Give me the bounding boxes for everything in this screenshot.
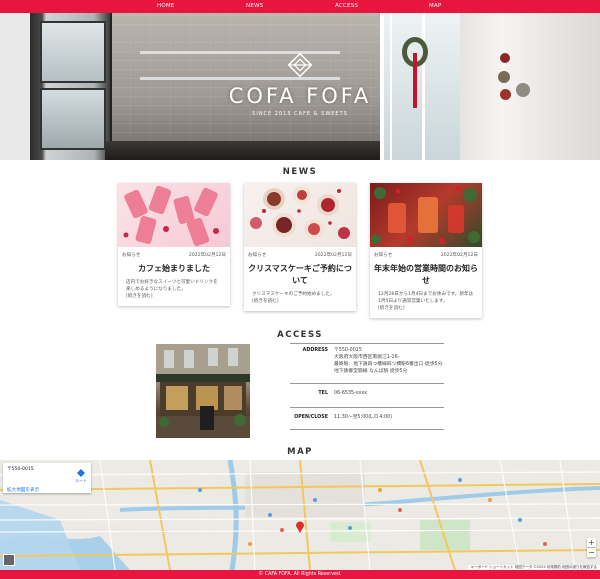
zoom-in-button[interactable]: +: [587, 538, 596, 547]
news-card-category: お知らせ: [248, 253, 267, 258]
nav-home[interactable]: HOME: [157, 0, 175, 13]
map-route-button[interactable]: ルート: [75, 469, 87, 484]
news-card-image: [244, 183, 356, 247]
google-map[interactable]: 〒550-0015 ルート 拡大地図を表示 + − キーボード ショートカット …: [0, 460, 600, 570]
street-view-pegman-icon[interactable]: [3, 554, 15, 566]
nav-map[interactable]: MAP: [429, 0, 441, 13]
read-more-link[interactable]: [続きを読む]: [378, 305, 474, 312]
nav-news[interactable]: NEWS: [246, 0, 263, 13]
hero-pan: [498, 71, 510, 83]
news-card-body: クリスマスケーキのご予約始めました。: [252, 292, 335, 297]
news-card[interactable]: お知らせ 2022年02月12日 カフェ始まりました 店内でお好きなスイーツと可…: [118, 183, 230, 306]
hero-image: COFA FOFA SINCE 2015 CAFE & SWEETS: [0, 13, 600, 160]
access-info-table: ADDRESS 〒550-0015 大阪府大阪市西区南堀江1-16- 最寄駅：地…: [290, 343, 444, 430]
hours-value: 11:30〜翌5:00(L.O.4:00): [334, 415, 393, 420]
read-more-link[interactable]: [続きを読む]: [126, 293, 222, 300]
route-label: ルート: [75, 478, 87, 483]
footer-copyright: © CAFA FOFA. All Rights Reserved.: [0, 570, 600, 579]
zoom-out-button[interactable]: −: [587, 548, 596, 557]
access-row-hours: OPEN/CLOSE 11:30〜翌5:00(L.O.4:00): [290, 408, 444, 430]
brand-logo-icon: [287, 52, 313, 78]
address-line: 最寄駅：地下鉄四つ橋線四ツ橋駅6番出口 徒歩5分: [334, 362, 443, 367]
read-more-link[interactable]: [続きを読む]: [252, 298, 348, 305]
news-card[interactable]: お知らせ 2022年02月12日 クリスマスケーキご予約について クリスマスケー…: [244, 183, 356, 311]
address-label: ADDRESS: [302, 348, 328, 353]
access-row-address: ADDRESS 〒550-0015 大阪府大阪市西区南堀江1-16- 最寄駅：地…: [290, 343, 444, 384]
news-card-title: クリスマスケーキご予約について: [248, 264, 352, 285]
news-card[interactable]: お知らせ 2022年02月12日 年末年始の営業時間のお知らせ 12月28日から…: [370, 183, 482, 318]
hero-brand-title: COFA FOFA: [228, 84, 372, 108]
hero-subtitle: SINCE 2015 CAFE & SWEETS: [252, 111, 348, 117]
tel-value[interactable]: 06-6535-xxxx: [332, 390, 444, 397]
tel-label: TEL: [318, 391, 328, 396]
directions-icon: [77, 469, 85, 477]
news-card-date: 2022年02月12日: [188, 253, 226, 258]
nav-access[interactable]: ACCESS: [335, 0, 358, 13]
news-card-date: 2022年02月12日: [440, 253, 478, 258]
news-card-title: カフェ始まりました: [138, 264, 210, 273]
address-line: 〒550-0015: [334, 348, 362, 353]
top-nav: HOME NEWS ACCESS MAP: [0, 0, 600, 13]
map-place-card: 〒550-0015 ルート 拡大地図を表示: [3, 463, 91, 493]
news-card-image: [370, 183, 482, 247]
news-section-title: NEWS: [282, 167, 318, 177]
map-section-title: MAP: [287, 447, 313, 457]
news-card-body: 12月28日から1月4日までお休みです。新年は1月5日より通常営業いたします。: [378, 292, 474, 304]
access-section-title: ACCESS: [277, 330, 323, 340]
address-line: 地下鉄御堂筋線 なんば駅 徒歩5分: [334, 369, 408, 374]
address-line: 大阪府大阪市西区南堀江1-16-: [334, 355, 400, 360]
view-larger-map-link[interactable]: 拡大地図を表示: [7, 487, 39, 493]
news-card-body: 店内でお好きなスイーツと可愛いドリンクを楽しめるようになりました。: [126, 280, 218, 292]
news-card-category: お知らせ: [122, 253, 141, 258]
hero-pan: [500, 53, 510, 63]
news-card-date: 2022年02月12日: [314, 253, 352, 258]
news-card-image: [118, 183, 230, 247]
news-card-title: 年末年始の営業時間のお知らせ: [374, 264, 478, 285]
news-card-category: お知らせ: [374, 253, 393, 258]
access-row-tel: TEL 06-6535-xxxx: [290, 384, 444, 408]
storefront-photo: [156, 344, 250, 438]
hours-label: OPEN/CLOSE: [294, 415, 328, 420]
hero-counter: [105, 141, 385, 160]
